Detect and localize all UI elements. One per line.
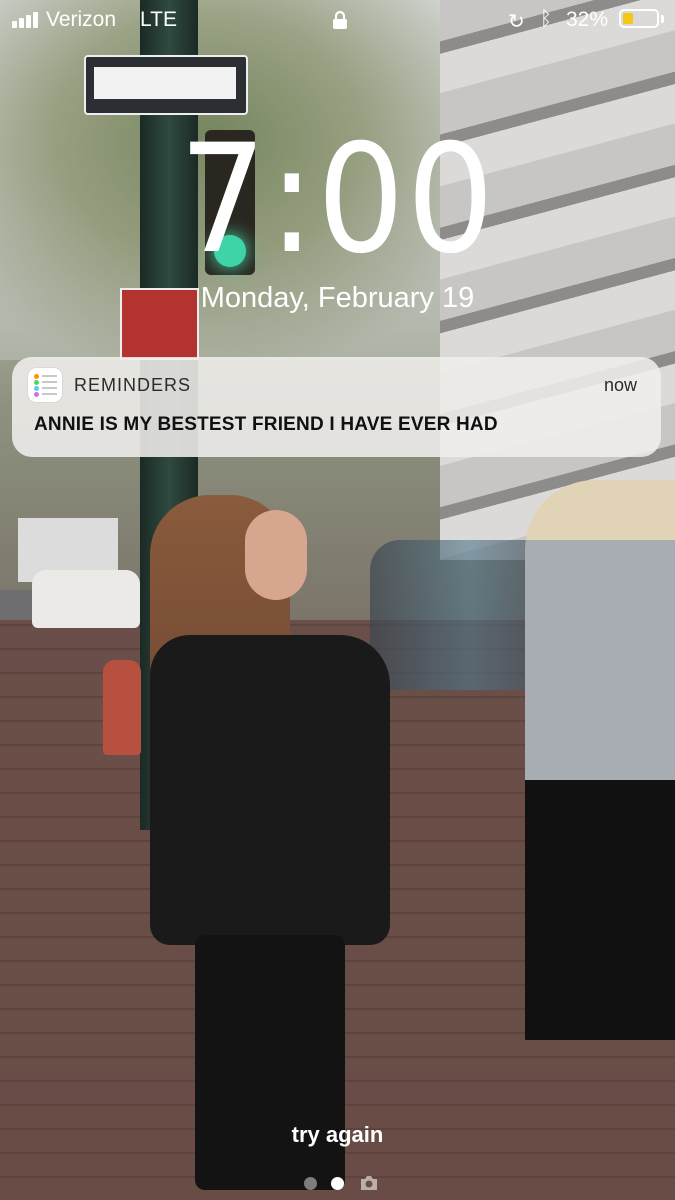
lock-screen-date: Monday, February 19 <box>200 282 475 314</box>
camera-icon[interactable] <box>359 1175 379 1191</box>
fire-hydrant <box>103 660 141 755</box>
smiling-girl <box>150 495 390 1200</box>
one-way-sign <box>84 55 248 115</box>
notification-app-name: REMINDERS <box>74 375 192 395</box>
page-indicator <box>300 1175 380 1195</box>
battery-percent: 32% <box>566 8 609 31</box>
orientation-lock-icon: ↻ <box>508 11 525 33</box>
page-dot-current[interactable] <box>331 1177 344 1190</box>
battery-level <box>623 13 633 24</box>
battery-nub <box>661 15 664 23</box>
lock-icon <box>333 10 347 29</box>
notification-time: now <box>603 375 637 395</box>
notification-message: ANNIE IS MY BESTEST FRIEND I HAVE EVER H… <box>34 414 498 435</box>
try-again-hint: try again <box>291 1122 384 1147</box>
carrier-name: Verizon <box>46 8 117 31</box>
notification-card[interactable]: REMINDERS now ANNIE IS MY BESTEST FRIEND… <box>12 357 661 457</box>
status-bar: Verizon LTE ↻ ᛒ 32% <box>0 0 675 40</box>
reminders-app-icon <box>28 368 62 402</box>
bluetooth-icon: ᛒ <box>540 8 552 30</box>
signal-icon <box>12 12 38 28</box>
network-type: LTE <box>140 8 177 31</box>
page-dot[interactable] <box>304 1177 317 1190</box>
car <box>32 570 140 628</box>
walking-person <box>525 480 675 1040</box>
lock-screen-time: 7:00 <box>178 113 497 287</box>
battery-icon <box>619 9 659 28</box>
